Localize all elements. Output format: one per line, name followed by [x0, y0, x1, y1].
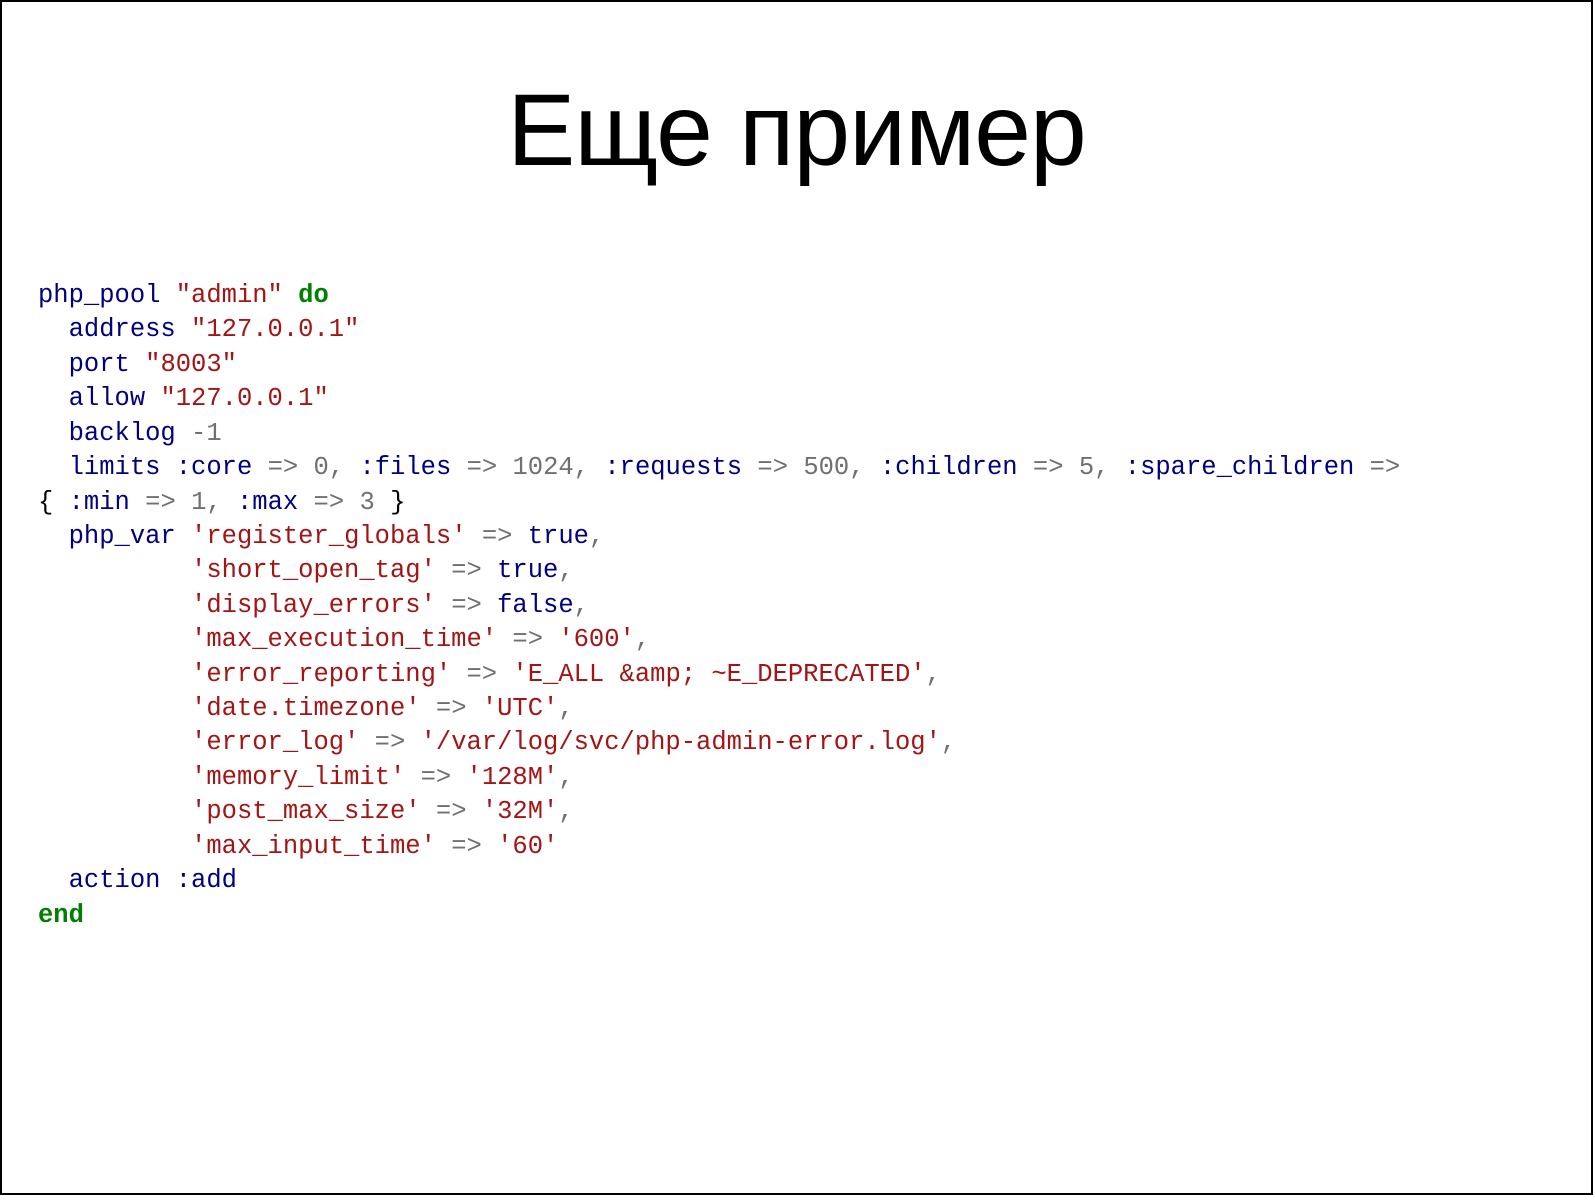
slide-title: Еще пример	[32, 72, 1561, 189]
code-token: =>	[436, 797, 467, 826]
code-token: ,	[1094, 453, 1109, 482]
slide: Еще пример php_pool "admin" do address "…	[2, 2, 1591, 1193]
code-token: allow	[69, 384, 146, 413]
code-token: =>	[451, 591, 482, 620]
code-token: ,	[206, 488, 221, 517]
code-token: 'error_reporting'	[191, 660, 451, 689]
code-token: do	[298, 281, 329, 310]
code-token: '/var/log/svc/php-admin-error.log'	[421, 728, 941, 757]
code-token: =>	[268, 453, 299, 482]
code-token: address	[69, 315, 176, 344]
code-token: ,	[558, 797, 573, 826]
code-token: 1	[191, 488, 206, 517]
code-token: "127.0.0.1"	[160, 384, 328, 413]
code-token: =>	[421, 763, 452, 792]
code-token: :spare_children	[1125, 453, 1355, 482]
code-token: :files	[359, 453, 451, 482]
code-token: ,	[589, 522, 604, 551]
code-token: 'post_max_size'	[191, 797, 421, 826]
code-token: 1024	[513, 453, 574, 482]
code-token: "admin"	[176, 281, 283, 310]
code-token: =>	[467, 660, 498, 689]
code-token: 'UTC'	[482, 694, 559, 723]
code-token: '60'	[497, 832, 558, 861]
code-token: 0	[314, 453, 329, 482]
code-token: =>	[1033, 453, 1064, 482]
code-token: 'max_execution_time'	[191, 625, 497, 654]
code-token: '128M'	[467, 763, 559, 792]
code-token: =>	[451, 556, 482, 585]
code-token: =>	[482, 522, 513, 551]
code-token: =>	[314, 488, 345, 517]
code-token: port	[69, 350, 130, 379]
code-token: =>	[757, 453, 788, 482]
code-token: ,	[849, 453, 864, 482]
code-token: 'display_errors'	[191, 591, 436, 620]
code-token: =>	[512, 625, 543, 654]
code-token: :requests	[604, 453, 742, 482]
code-token: 'E_ALL &amp; ~E_DEPRECATED'	[512, 660, 925, 689]
code-token: ,	[926, 660, 941, 689]
code-token: 3	[359, 488, 374, 517]
code-token: 5	[1079, 453, 1094, 482]
code-token: '32M'	[482, 797, 559, 826]
code-token: backlog	[69, 419, 176, 448]
code-token: 'date.timezone'	[191, 694, 421, 723]
code-token: 500	[803, 453, 849, 482]
code-token: '600'	[558, 625, 635, 654]
code-token: =>	[1370, 453, 1401, 482]
code-token: =>	[467, 453, 498, 482]
code-token: 'register_globals'	[191, 522, 466, 551]
code-block: php_pool "admin" do address "127.0.0.1" …	[32, 279, 1561, 933]
code-token: ,	[574, 453, 589, 482]
code-token: :children	[880, 453, 1018, 482]
code-token: ,	[558, 556, 573, 585]
code-token: :max	[237, 488, 298, 517]
code-token: 'short_open_tag'	[191, 556, 436, 585]
code-token: =>	[375, 728, 406, 757]
code-token: =>	[451, 832, 482, 861]
code-token: true	[497, 556, 558, 585]
code-token: ,	[574, 591, 589, 620]
code-token: 'max_input_time'	[191, 832, 436, 861]
code-token: "127.0.0.1"	[191, 315, 359, 344]
code-token: ,	[558, 694, 573, 723]
code-token: =>	[436, 694, 467, 723]
code-token: php_var	[69, 522, 176, 551]
code-token: :core	[176, 453, 253, 482]
code-token: ,	[558, 763, 573, 792]
code-token: ,	[635, 625, 650, 654]
code-token: php_pool	[38, 281, 160, 310]
code-token: 'error_log'	[191, 728, 359, 757]
code-token: limits	[69, 453, 161, 482]
code-token: =>	[145, 488, 176, 517]
code-token: 'memory_limit'	[191, 763, 405, 792]
code-token: ,	[941, 728, 956, 757]
code-token: :add	[176, 866, 237, 895]
code-token: -1	[191, 419, 222, 448]
code-token: end	[38, 901, 84, 930]
code-token: "8003"	[145, 350, 237, 379]
code-token: true	[528, 522, 589, 551]
code-token: ,	[329, 453, 344, 482]
code-token: false	[497, 591, 574, 620]
code-token: action	[69, 866, 161, 895]
code-token: :min	[69, 488, 130, 517]
